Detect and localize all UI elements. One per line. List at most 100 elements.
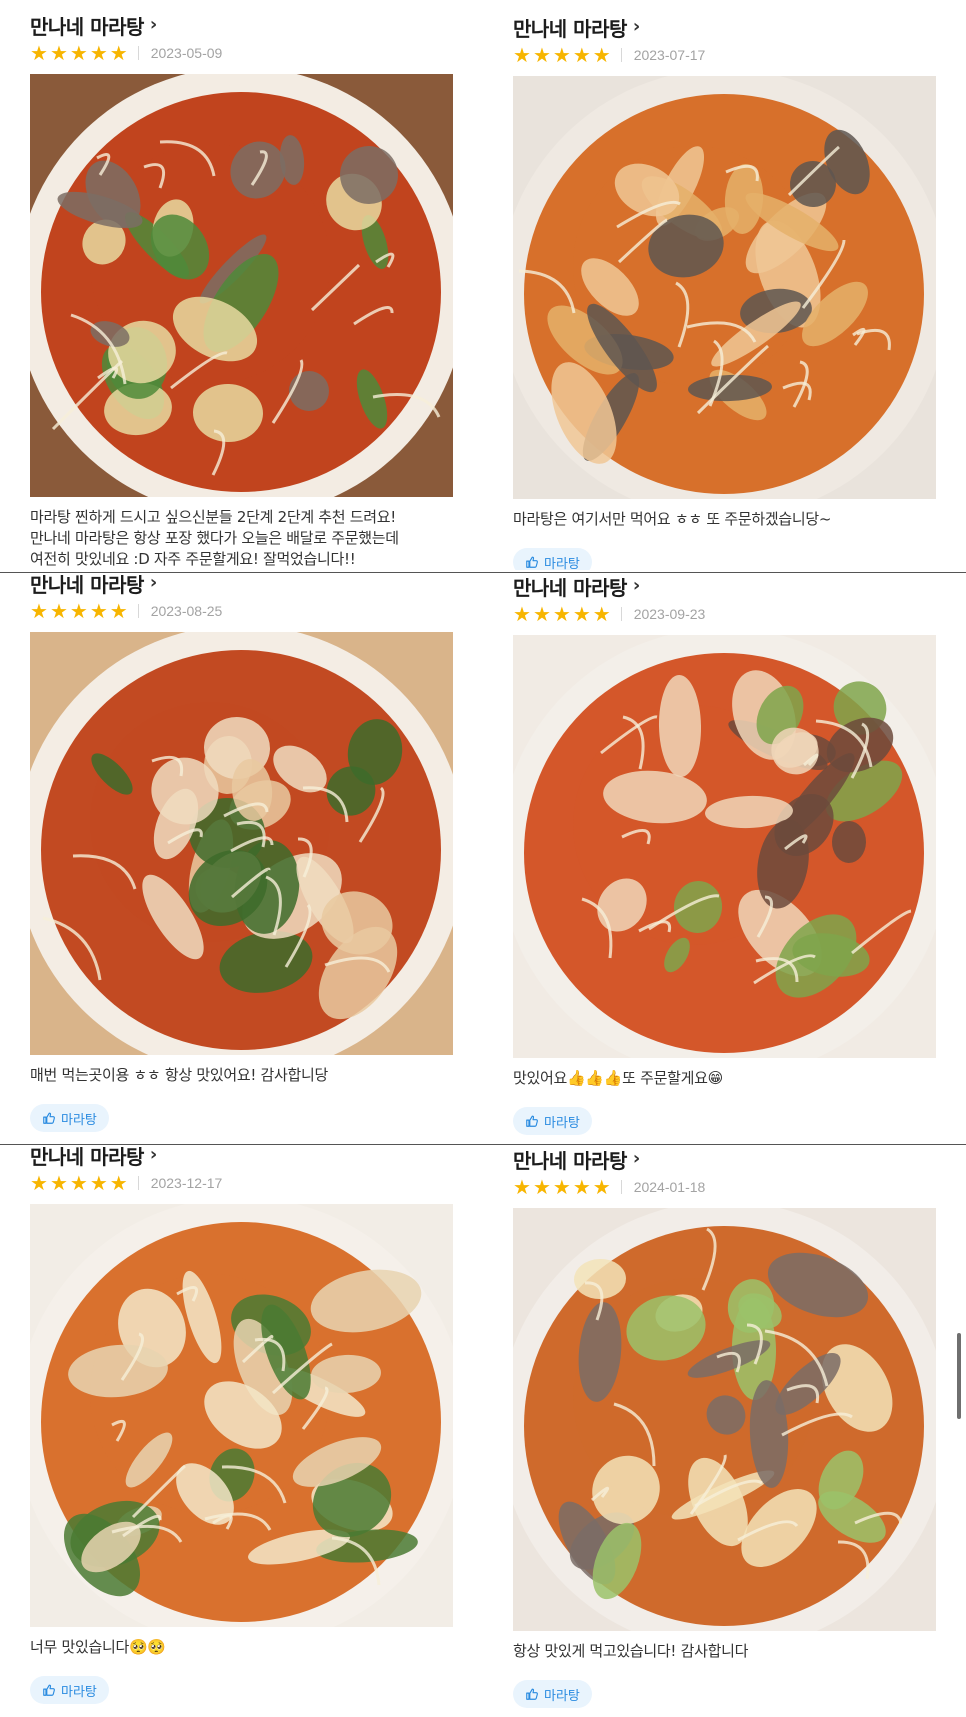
menu-tag-chip[interactable]: 마라탕 (513, 548, 592, 570)
review-text: 항상 맛있게 먹고있습니다! 감사합니다 (513, 1641, 936, 1662)
star-icon: ★ (592, 1175, 611, 1199)
star-icon: ★ (49, 41, 68, 65)
star-icon: ★ (89, 599, 108, 623)
star-rating: ★ ★ ★ ★ ★ (513, 1177, 611, 1197)
star-icon: ★ (69, 41, 88, 65)
review-text-line: 매번 먹는곳이용 ㅎㅎ 항상 맛있어요! 감사합니당 (30, 1066, 329, 1084)
menu-tag-chip[interactable]: 마라탕 (513, 1680, 592, 1708)
star-rating: ★ ★ ★ ★ ★ (30, 601, 128, 621)
review-text-line: 맛있어요👍👍👍또 주문할게요😁 (513, 1069, 723, 1087)
star-icon: ★ (532, 1175, 551, 1199)
store-name: 만나네 마라탕 (30, 1144, 144, 1169)
star-icon: ★ (109, 41, 128, 65)
review-photo[interactable] (30, 1204, 453, 1627)
store-name-link[interactable]: 만나네 마라탕 › (30, 10, 453, 40)
star-rating: ★ ★ ★ ★ ★ (513, 45, 611, 65)
star-icon: ★ (552, 1175, 571, 1199)
star-icon: ★ (30, 599, 48, 623)
rating-row: ★ ★ ★ ★ ★ 2023-09-23 (513, 601, 936, 627)
review-text-line: 마라탕은 여기서만 먹어요 ㅎㅎ 또 주문하겠습니당~ (513, 510, 832, 528)
review-card: 만나네 마라탕 › ★ ★ ★ ★ ★ 2023-07-17 마라탕은 여기서만 먹어요… (513, 12, 936, 570)
review-photo[interactable] (513, 1208, 936, 1631)
thumbs-up-icon (526, 1115, 538, 1127)
star-icon: ★ (592, 602, 611, 626)
store-name: 만나네 마라탕 (30, 14, 144, 39)
menu-tag-chip[interactable]: 마라탕 (513, 1107, 592, 1135)
review-card: 만나네 마라탕 › ★ ★ ★ ★ ★ 2023-05-09 마라탕 찐하게 드시고 싶… (30, 10, 453, 570)
chevron-right-icon: › (632, 575, 640, 596)
rating-row: ★ ★ ★ ★ ★ 2023-12-17 (30, 1170, 453, 1196)
store-name-link[interactable]: 만나네 마라탕 › (30, 568, 453, 598)
store-name: 만나네 마라탕 (30, 572, 144, 597)
review-photo[interactable] (30, 632, 453, 1055)
review-date: 2023-07-17 (633, 47, 706, 63)
star-icon: ★ (30, 1171, 48, 1195)
rating-row: ★ ★ ★ ★ ★ 2023-07-17 (513, 42, 936, 68)
review-text: 마라탕 찐하게 드시고 싶으신분들 2단계 2단계 추천 드려요! 만나네 마라탕… (30, 507, 453, 570)
review-text-line: 만나네 마라탕은 항상 포장 했다가 오늘은 배달로 주문했는데 (30, 529, 399, 547)
review-text: 마라탕은 여기서만 먹어요 ㅎㅎ 또 주문하겠습니당~ (513, 509, 936, 530)
review-photo[interactable] (513, 76, 936, 499)
review-text: 너무 맛있습니다🥺🥺 (30, 1637, 453, 1658)
review-card: 만나네 마라탕 › ★ ★ ★ ★ ★ 2023-09-23 맛있어요👍👍👍또 주문할게… (513, 571, 936, 1143)
store-name-link[interactable]: 만나네 마라탕 › (30, 1140, 453, 1170)
menu-tag-label: 마라탕 (61, 1112, 97, 1128)
review-text-line: 여전히 맛있네요 :D 자주 주문할게요! 잘먹었습니다!! (30, 550, 356, 568)
rating-separator (620, 607, 622, 621)
thumbs-up-icon (43, 1684, 55, 1696)
star-icon: ★ (49, 1171, 68, 1195)
star-icon: ★ (69, 1171, 88, 1195)
review-date: 2023-08-25 (150, 603, 223, 619)
scrollbar-thumb[interactable] (957, 1333, 961, 1419)
store-name-link[interactable]: 만나네 마라탕 › (513, 12, 936, 42)
rating-row: ★ ★ ★ ★ ★ 2024-01-18 (513, 1174, 936, 1200)
store-name: 만나네 마라탕 (513, 575, 627, 600)
review-card: 만나네 마라탕 › ★ ★ ★ ★ ★ 2023-12-17 너무 맛있습니다🥺🥺 마라… (30, 1140, 453, 1717)
review-card: 만나네 마라탕 › ★ ★ ★ ★ ★ 2024-01-18 항상 맛있게 먹고있습니다… (513, 1144, 936, 1717)
star-rating: ★ ★ ★ ★ ★ (30, 43, 128, 63)
star-icon: ★ (109, 1171, 128, 1195)
star-icon: ★ (89, 41, 108, 65)
rating-separator (620, 48, 622, 62)
store-name: 만나네 마라탕 (513, 16, 627, 41)
rating-separator (137, 1176, 139, 1190)
review-photo[interactable] (513, 635, 936, 1058)
store-name-link[interactable]: 만나네 마라탕 › (513, 1144, 936, 1174)
menu-tag-label: 마라탕 (544, 556, 580, 571)
thumbs-up-icon (43, 1112, 55, 1124)
star-icon: ★ (572, 1175, 591, 1199)
menu-tag-chip[interactable]: 마라탕 (30, 1676, 109, 1704)
thumbs-up-icon (526, 556, 538, 568)
menu-tag-label: 마라탕 (61, 1684, 97, 1700)
review-date: 2023-05-09 (150, 45, 223, 61)
store-name: 만나네 마라탕 (513, 1148, 627, 1173)
review-text: 매번 먹는곳이용 ㅎㅎ 항상 맛있어요! 감사합니당 (30, 1065, 453, 1086)
star-icon: ★ (532, 602, 551, 626)
star-icon: ★ (532, 43, 551, 67)
review-date: 2023-09-23 (633, 606, 706, 622)
review-text-line: 항상 맛있게 먹고있습니다! 감사합니다 (513, 1642, 749, 1660)
star-icon: ★ (592, 43, 611, 67)
chevron-right-icon: › (149, 1144, 157, 1165)
star-rating: ★ ★ ★ ★ ★ (513, 604, 611, 624)
rating-separator (620, 1180, 622, 1194)
menu-tag-chip[interactable]: 마라탕 (30, 1104, 109, 1132)
rating-row: ★ ★ ★ ★ ★ 2023-08-25 (30, 598, 453, 624)
star-icon: ★ (109, 599, 128, 623)
review-grid: 만나네 마라탕 › ★ ★ ★ ★ ★ 2023-05-09 마라탕 찐하게 드시고 싶… (0, 0, 966, 1717)
review-date: 2023-12-17 (150, 1175, 223, 1191)
rating-separator (137, 604, 139, 618)
menu-tag-label: 마라탕 (544, 1115, 580, 1131)
star-icon: ★ (552, 43, 571, 67)
store-name-link[interactable]: 만나네 마라탕 › (513, 571, 936, 601)
rating-row: ★ ★ ★ ★ ★ 2023-05-09 (30, 40, 453, 66)
chevron-right-icon: › (632, 1148, 640, 1169)
chevron-right-icon: › (149, 572, 157, 593)
review-photo[interactable] (30, 74, 453, 497)
review-text: 맛있어요👍👍👍또 주문할게요😁 (513, 1068, 936, 1089)
star-icon: ★ (513, 1175, 531, 1199)
star-icon: ★ (30, 41, 48, 65)
star-icon: ★ (89, 1171, 108, 1195)
review-text-line: 마라탕 찐하게 드시고 싶으신분들 2단계 2단계 추천 드려요! (30, 508, 396, 526)
star-icon: ★ (513, 43, 531, 67)
